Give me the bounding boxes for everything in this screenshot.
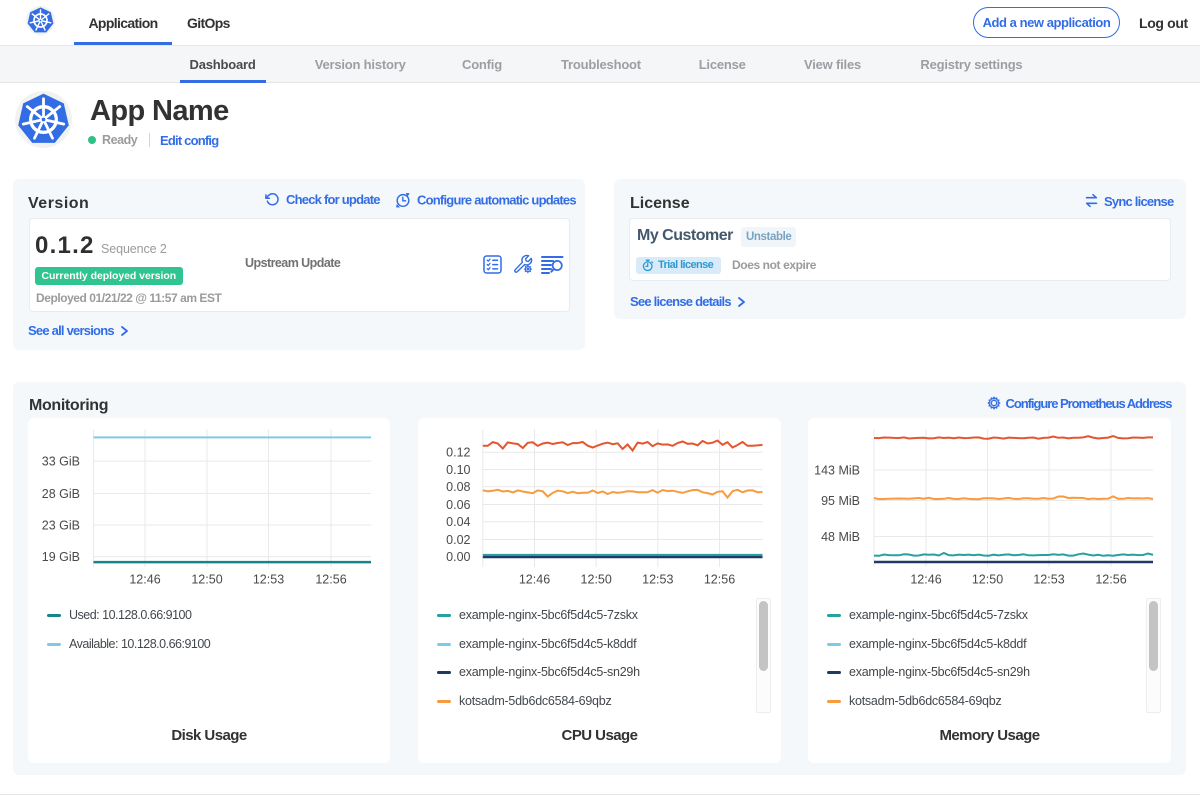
svg-text:0.06: 0.06 [446,498,470,512]
svg-text:143 MiB: 143 MiB [814,463,860,477]
svg-text:0.10: 0.10 [446,463,470,477]
svg-text:12:46: 12:46 [129,573,160,587]
svg-text:0.12: 0.12 [446,446,470,460]
svg-text:0.00: 0.00 [446,550,470,564]
svg-text:0.08: 0.08 [446,480,470,494]
svg-text:12:56: 12:56 [315,573,346,587]
svg-text:48 MiB: 48 MiB [821,530,860,544]
svg-text:0.04: 0.04 [446,515,470,529]
svg-text:33 GiB: 33 GiB [42,455,80,469]
svg-text:12:46: 12:46 [519,573,550,587]
svg-text:12:50: 12:50 [972,573,1003,587]
svg-text:12:50: 12:50 [581,573,612,587]
svg-text:12:53: 12:53 [1033,573,1064,587]
svg-text:19 GiB: 19 GiB [42,550,80,564]
svg-text:28 GiB: 28 GiB [42,487,80,501]
svg-text:0.02: 0.02 [446,533,470,547]
svg-text:12:56: 12:56 [704,573,735,587]
svg-text:12:53: 12:53 [642,573,673,587]
svg-text:12:46: 12:46 [910,573,941,587]
svg-text:95 MiB: 95 MiB [821,494,860,508]
svg-text:23 GiB: 23 GiB [42,518,80,532]
svg-text:12:53: 12:53 [253,573,284,587]
svg-text:12:50: 12:50 [191,573,222,587]
svg-text:12:56: 12:56 [1095,573,1126,587]
